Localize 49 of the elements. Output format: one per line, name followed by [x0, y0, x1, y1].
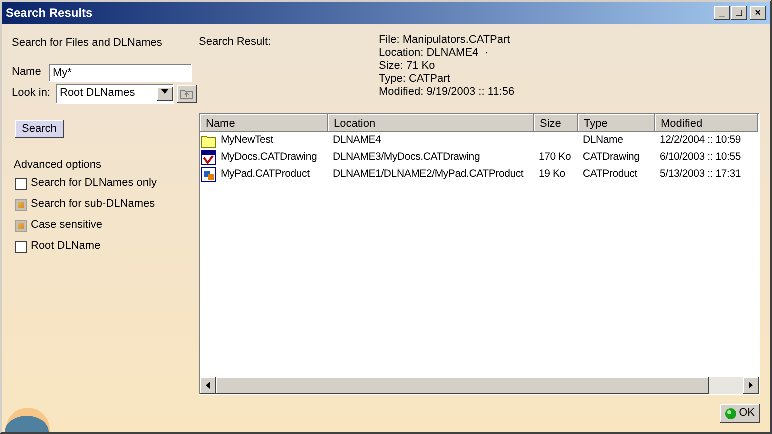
field-label: Name [12, 65, 42, 80]
detail-line: Size: 71 Ko [379, 60, 436, 73]
column-header[interactable]: Name [200, 114, 328, 132]
table-cell-text: 5/13/2003 :: 17:31 [660, 166, 742, 182]
checkbox-label: Search for DLNames only [31, 176, 157, 192]
scroll-right-icon[interactable] [743, 377, 759, 394]
table-cell-text: CATDrawing [583, 150, 640, 165]
ok-button[interactable]: OK [720, 404, 760, 423]
checkbox-label: Search for sub-DLNames [31, 197, 156, 212]
checkbox-label: Root DLName [31, 239, 101, 254]
window-title: Search Results [6, 5, 94, 22]
column-header[interactable]: Type [578, 114, 655, 132]
search-button[interactable]: Search [15, 120, 64, 138]
column-header[interactable]: Location [328, 114, 534, 132]
table-cell-text: DLNAME4 [333, 132, 382, 148]
file-name[interactable]: MyNewTest [221, 132, 274, 148]
table-cell-text: DLNAME1/DLNAME2/MyPad.CATProduct [333, 166, 524, 182]
column-header[interactable]: Size [534, 114, 578, 132]
scroll-left-icon[interactable] [200, 377, 216, 394]
panel-heading: Search for Files and DLNames [12, 36, 164, 51]
checkbox-label: Case sensitive [31, 218, 103, 234]
column-header[interactable]: Modified [655, 114, 758, 132]
name-field[interactable]: My* [49, 64, 192, 82]
field-label: Look in: [12, 86, 52, 102]
file-name[interactable]: MyDocs.CATDrawing [221, 150, 318, 166]
table-cell-text: 6/10/2003 :: 10:55 [660, 150, 742, 165]
table-cell-text: 170 Ko [539, 150, 572, 165]
detail-line: Location: DLNAME4 · [379, 47, 490, 60]
folder-up-icon[interactable] [177, 84, 197, 102]
checkbox[interactable] [15, 240, 27, 252]
result-label: Search Result: [199, 35, 272, 50]
table-cell-text: CATProduct [583, 166, 638, 182]
table-cell-text: DLNAME3/MyDocs.CATDrawing [333, 150, 480, 165]
maximize-button[interactable]: □ [731, 6, 747, 20]
detail-line: Modified: 9/19/2003 :: 11:56 [379, 86, 515, 99]
section-heading: Advanced options [14, 158, 102, 172]
file-name[interactable]: MyPad.CATProduct [221, 166, 310, 182]
detail-line: Type: CATPart [379, 73, 452, 86]
checkbox[interactable] [15, 178, 27, 190]
table-cell-text: DLName [583, 132, 624, 148]
ok-icon [725, 408, 738, 420]
checkbox[interactable] [15, 198, 27, 210]
minimize-button[interactable]: _ [714, 6, 730, 20]
look-in-dropdown[interactable]: Root DLNames [56, 84, 174, 104]
table-cell-text: 19 Ko [539, 166, 566, 182]
table-cell-text: 12/2/2004 :: 10:59 [660, 132, 742, 148]
detail-line: File: Manipulators.CATPart [379, 34, 512, 47]
close-button[interactable]: × [750, 6, 766, 20]
checkbox[interactable] [15, 220, 27, 232]
